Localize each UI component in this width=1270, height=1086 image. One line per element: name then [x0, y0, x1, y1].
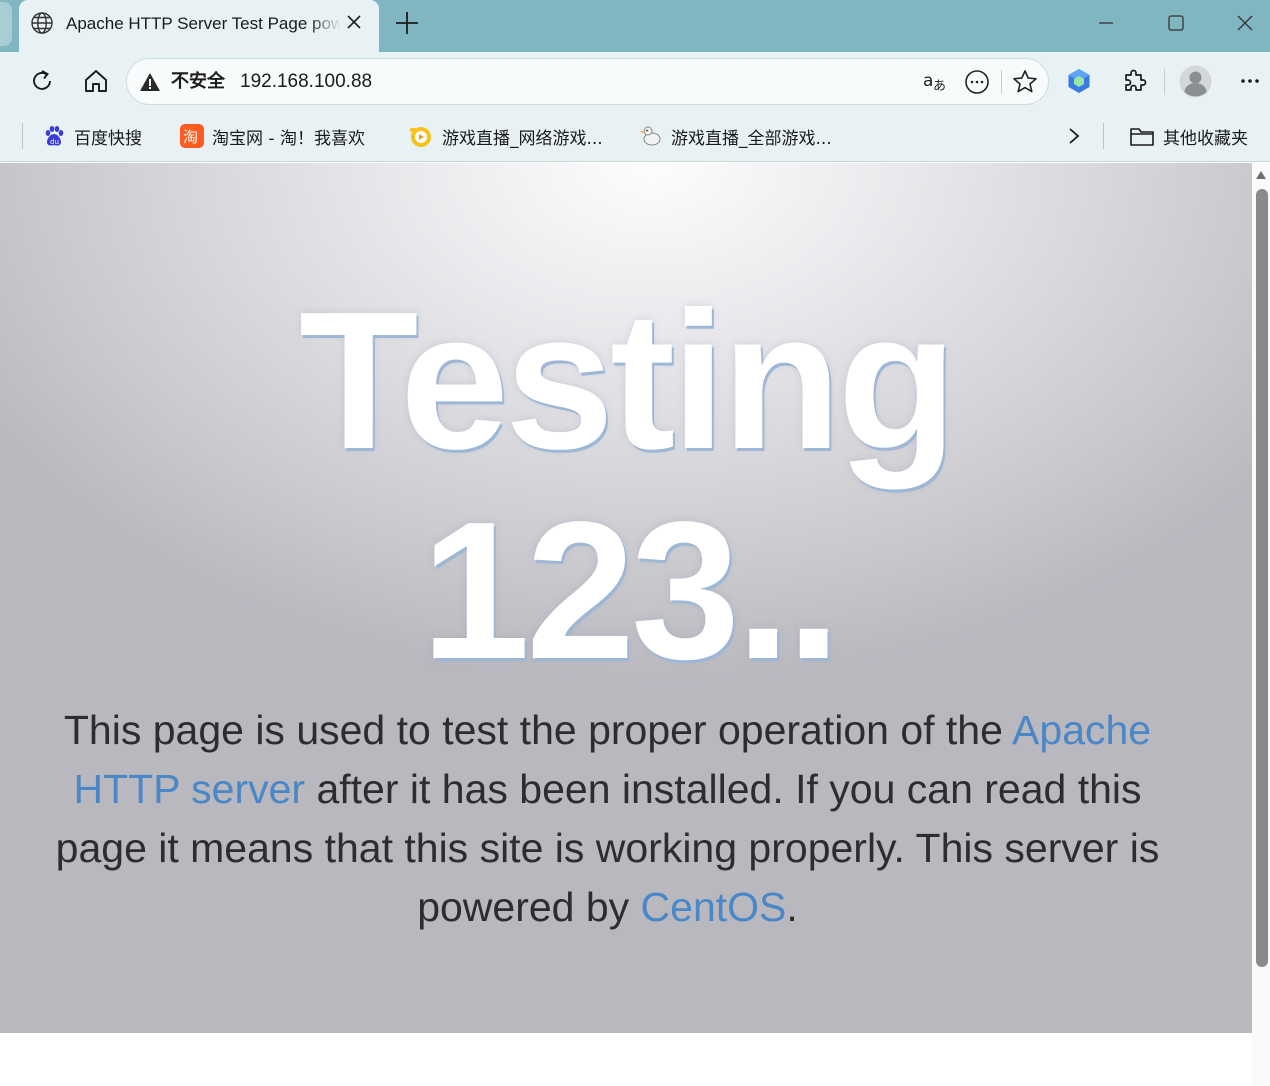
maximize-icon[interactable]	[1159, 8, 1193, 38]
page-viewport: Testing 123.. This page is used to test …	[0, 163, 1252, 1086]
plus-icon[interactable]	[392, 8, 422, 38]
svg-text:淘: 淘	[183, 128, 198, 146]
address-bar[interactable]: 不安全 192.168.100.88 a あ	[126, 58, 1049, 105]
window-close-icon[interactable]	[1228, 8, 1262, 38]
scrollbar-thumb[interactable]	[1256, 189, 1268, 967]
url-text[interactable]: 192.168.100.88	[240, 71, 372, 93]
bookmark-baidu[interactable]: du 百度快搜	[42, 122, 142, 150]
folder-icon	[1130, 128, 1154, 146]
refresh-icon[interactable]	[27, 66, 57, 96]
hexagon-extension-icon[interactable]	[1064, 66, 1094, 96]
favorites-bar: du 百度快搜 淘 淘宝网 - 淘！我喜欢 游戏直播_网络游戏... 游戏直播_…	[0, 110, 1270, 162]
hero-title-line2: 123..	[421, 481, 841, 700]
bookmark-label: 淘宝网 - 淘！我喜欢	[212, 128, 365, 149]
minimize-icon[interactable]	[1089, 8, 1123, 38]
tab-strip: Apache HTTP Server Test Page powered by …	[0, 0, 1270, 52]
tab-active[interactable]: Apache HTTP Server Test Page powered by …	[19, 0, 379, 52]
vertical-scrollbar[interactable]	[1252, 163, 1270, 1086]
home-icon[interactable]	[81, 66, 111, 96]
previous-tab-edge[interactable]	[0, 2, 12, 46]
game-live-icon	[410, 127, 431, 147]
toolbar-divider	[1164, 69, 1165, 95]
lead-paragraph: This page is used to test the proper ope…	[40, 701, 1175, 937]
svg-text:a: a	[923, 71, 933, 91]
bookmark-label: 百度快搜	[74, 128, 142, 149]
goose-icon	[640, 126, 661, 146]
svg-text:あ: あ	[933, 79, 946, 94]
avatar[interactable]	[1179, 65, 1212, 98]
tab-title: Apache HTTP Server Test Page powered by …	[66, 14, 341, 33]
bookmark-game-live-1[interactable]: 游戏直播_网络游戏...	[408, 122, 603, 150]
read-aloud-translate-icon[interactable]: a あ	[921, 68, 949, 96]
navigation-toolbar: 不安全 192.168.100.88 a あ	[0, 52, 1270, 110]
chevron-right-icon[interactable]	[1063, 124, 1085, 148]
security-status[interactable]: 不安全	[171, 71, 225, 93]
warning-icon[interactable]	[139, 71, 161, 93]
other-favorites-folder[interactable]: 其他收藏夹	[1129, 122, 1248, 150]
centos-link[interactable]: CentOS	[641, 884, 787, 930]
omnibox-divider	[1001, 70, 1002, 94]
more-tools-icon[interactable]	[963, 68, 991, 96]
bookmark-game-live-2[interactable]: 游戏直播_全部游戏...	[639, 122, 832, 150]
hero-title-line1: Testing	[298, 271, 957, 490]
lead-text: .	[786, 884, 798, 930]
baidu-paw-icon: du	[45, 126, 64, 146]
puzzle-extensions-icon[interactable]	[1119, 66, 1149, 96]
scroll-up-icon[interactable]	[1256, 171, 1266, 179]
close-icon[interactable]	[343, 11, 365, 33]
bookmark-taobao[interactable]: 淘 淘宝网 - 淘！我喜欢	[180, 122, 365, 150]
taobao-icon: 淘	[180, 124, 204, 148]
ellipsis-icon[interactable]	[1235, 66, 1265, 96]
globe-icon	[31, 12, 53, 34]
favorites-divider	[22, 123, 23, 149]
svg-text:du: du	[50, 138, 59, 146]
jumbotron: Testing 123.. This page is used to test …	[0, 163, 1252, 1033]
lead-text: This page is used to test the proper ope…	[63, 707, 1013, 753]
bookmark-label: 游戏直播_全部游戏...	[671, 128, 832, 149]
other-favorites-label: 其他收藏夹	[1163, 128, 1248, 149]
favorite-star-icon[interactable]	[1011, 68, 1039, 96]
bookmark-label: 游戏直播_网络游戏...	[442, 128, 603, 149]
favorites-divider	[1103, 123, 1104, 149]
